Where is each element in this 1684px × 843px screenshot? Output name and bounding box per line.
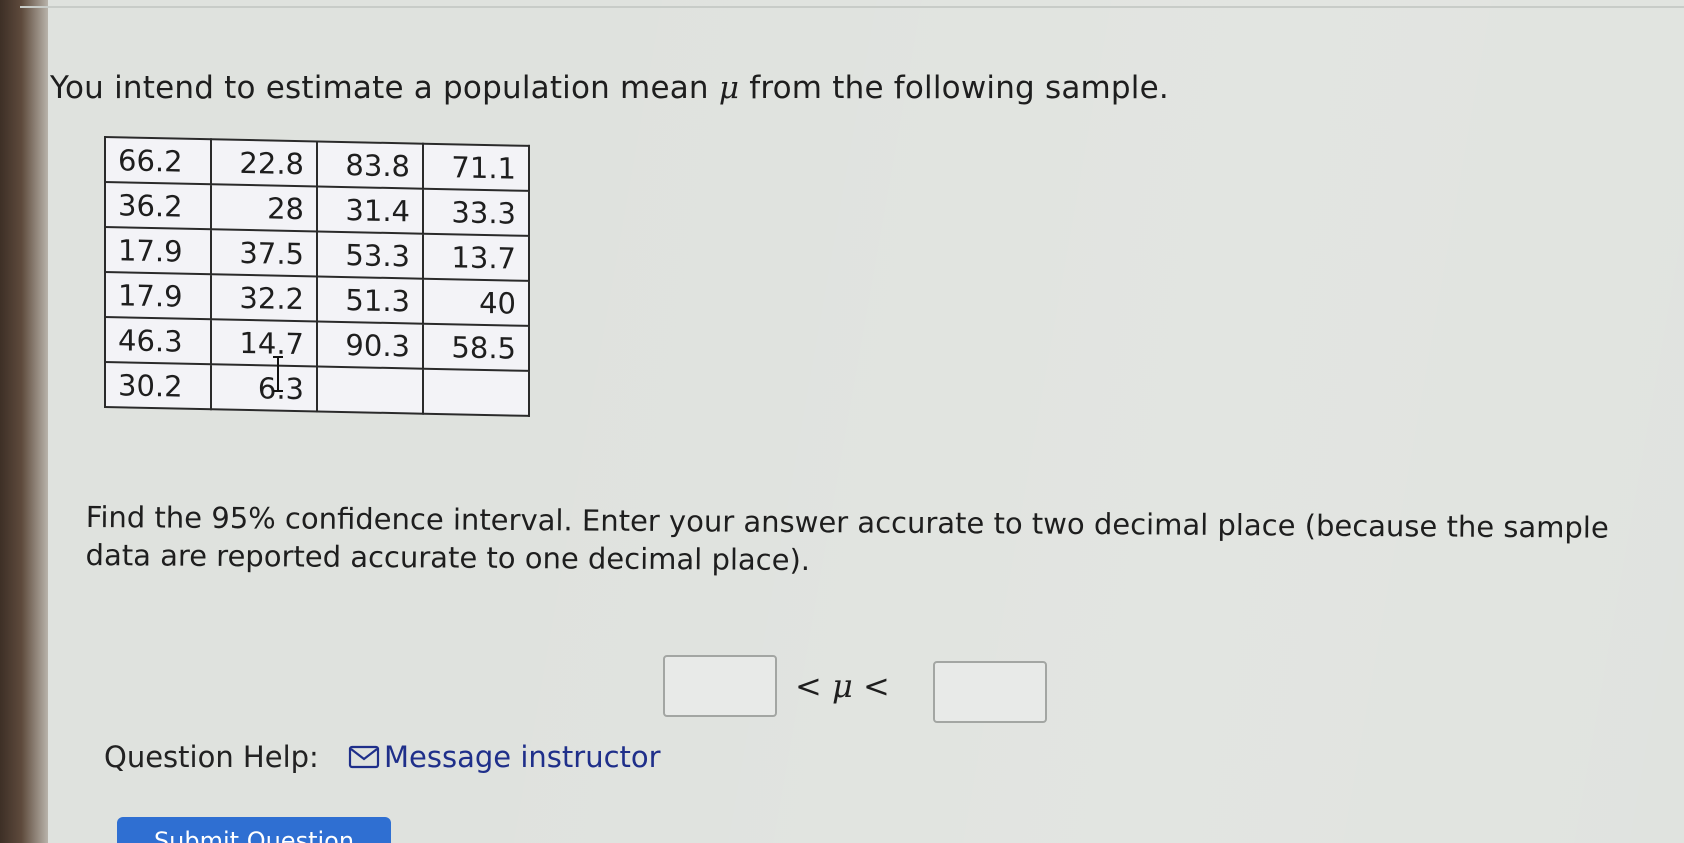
table-cell: 14.7 (211, 319, 317, 367)
table-cell: 33.3 (423, 188, 529, 236)
inequality-label: < μ < (795, 667, 890, 705)
table-cell: 13.7 (423, 233, 529, 281)
table-cell: 36.2 (105, 182, 211, 230)
table-cell: 17.9 (105, 227, 211, 275)
table-cell: 58.5 (423, 323, 529, 371)
question-intro: You intend to estimate a population mean… (50, 70, 1169, 106)
table-cell: 90.3 (317, 321, 423, 369)
text-cursor-icon (270, 354, 286, 398)
sample-table-body: 66.2 22.8 83.8 71.1 36.2 28 31.4 33.3 17.9 37.5 53… (105, 137, 529, 416)
table-cell: 46.3 (105, 317, 211, 365)
sample-data-table: 66.2 22.8 83.8 71.1 36.2 28 31.4 33.3 17.9 37.5 53… (104, 136, 530, 417)
mu-symbol: μ (718, 70, 740, 106)
table-cell: 28 (211, 184, 317, 232)
table-cell (423, 368, 529, 416)
envelope-icon[interactable] (348, 742, 380, 776)
table-cell: 71.1 (423, 143, 529, 191)
table-cell: 51.3 (317, 276, 423, 324)
table-cell: 37.5 (211, 229, 317, 277)
table-cell: 83.8 (317, 141, 423, 189)
question-intro-start: You intend to estimate a population mean (50, 70, 719, 106)
table-cell: 66.2 (105, 137, 211, 185)
question-help-label: Question Help: (104, 740, 319, 774)
lower-bound-input[interactable] (663, 655, 777, 717)
upper-bound-input[interactable] (933, 661, 1047, 723)
question-help: Question Help: Message instructor (104, 740, 661, 776)
table-cell: 40 (423, 278, 529, 326)
table-cell: 32.2 (211, 274, 317, 322)
question-intro-end: from the following sample. (739, 70, 1169, 106)
table-cell (317, 366, 423, 414)
answer-row: < μ < (663, 655, 1055, 725)
table-cell: 22.8 (211, 139, 317, 187)
message-instructor-link[interactable]: Message instructor (384, 740, 661, 774)
submit-question-button[interactable]: Submit Question (117, 817, 391, 843)
table-cell: 53.3 (317, 231, 423, 279)
table-cell: 17.9 (105, 272, 211, 320)
table-cell: 31.4 (317, 186, 423, 234)
table-row: 30.2 6.3 (105, 362, 529, 416)
confidence-interval-prompt: Find the 95% confidence interval. Enter … (85, 499, 1609, 578)
table-cell: 6.3 (211, 364, 317, 412)
table-cell: 30.2 (105, 362, 211, 410)
top-divider (20, 6, 1684, 8)
